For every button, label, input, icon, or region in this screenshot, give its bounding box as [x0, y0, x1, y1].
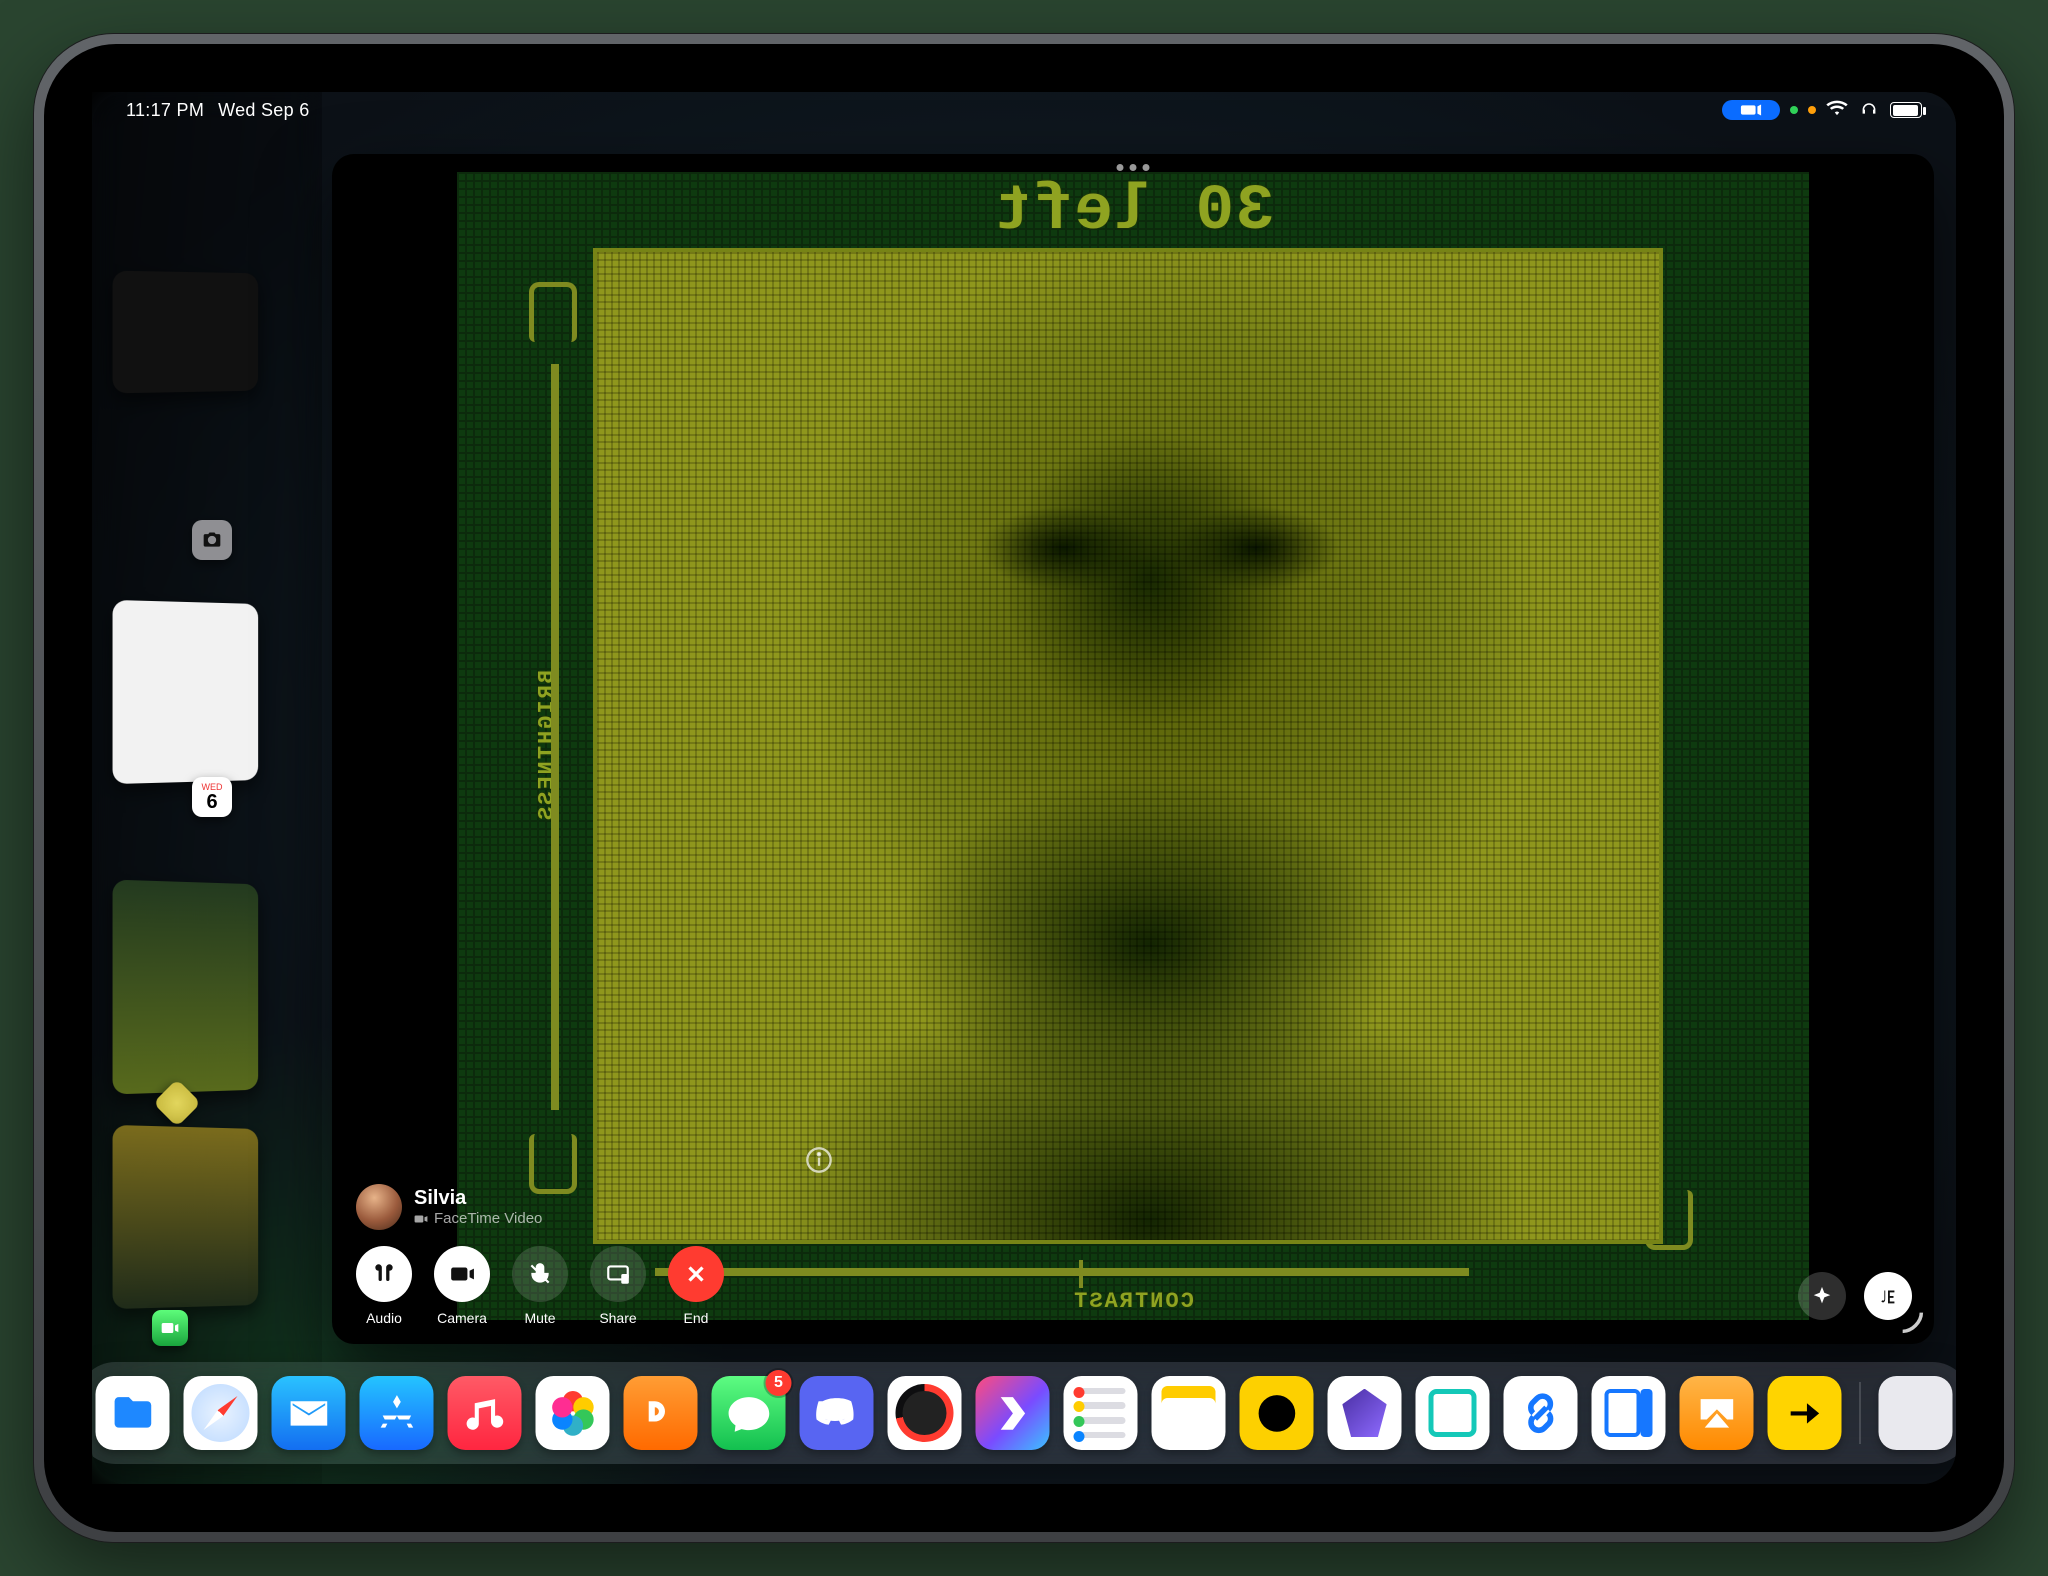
dock-app-timery[interactable]: [888, 1376, 962, 1450]
screen-recording-pill[interactable]: [1722, 100, 1780, 120]
ipad-screen: WED 6 11:17 PM Wed Sep 6: [92, 92, 1956, 1484]
mic-off-icon: [512, 1246, 568, 1302]
mute-button[interactable]: Mute: [512, 1246, 568, 1326]
contrast-track: [655, 1268, 1469, 1276]
video-feed: 30 left BRIGHTNESS CONTRAST: [457, 172, 1809, 1320]
mic-indicator-icon: [1808, 106, 1816, 114]
audio-button[interactable]: Audio: [356, 1246, 412, 1326]
dock-app-messages[interactable]: 5: [712, 1376, 786, 1450]
stage-thumb-4[interactable]: [113, 1125, 259, 1309]
share-screen-icon: [590, 1246, 646, 1302]
video-icon: [414, 1213, 428, 1225]
dock-app-discord[interactable]: [800, 1376, 874, 1450]
dock-app-things[interactable]: [1064, 1376, 1138, 1450]
status-bar: 11:17 PM Wed Sep 6: [92, 92, 1956, 128]
effects-button[interactable]: [1798, 1272, 1846, 1320]
dock-app-files[interactable]: [96, 1376, 170, 1450]
dock-app-mail[interactable]: [272, 1376, 346, 1450]
dock-app-linky[interactable]: [1504, 1376, 1578, 1450]
facetime-app-icon[interactable]: [152, 1310, 188, 1346]
close-icon: [668, 1246, 724, 1302]
brightness-track: [551, 364, 559, 1110]
end-call-button[interactable]: End: [668, 1246, 724, 1326]
stage-thumb-2[interactable]: [113, 600, 259, 784]
resize-handle[interactable]: [1898, 1308, 1926, 1336]
caller-avatar: [356, 1184, 402, 1230]
dock-app-screens[interactable]: [1416, 1376, 1490, 1450]
brightness-knob-top: [529, 282, 577, 342]
dock: 5: [92, 1362, 1956, 1464]
dock-app-music[interactable]: [448, 1376, 522, 1450]
wifi-icon: [1826, 100, 1848, 121]
headphones-icon: [1858, 100, 1880, 121]
contrast-handle: [1079, 1260, 1083, 1288]
share-button[interactable]: Share: [590, 1246, 646, 1326]
camera-app-icon[interactable]: [192, 520, 232, 560]
ipad-frame: WED 6 11:17 PM Wed Sep 6: [34, 34, 2014, 1542]
dock-app-notes[interactable]: [1152, 1376, 1226, 1450]
dock-app-stage[interactable]: [1592, 1376, 1666, 1450]
dock-separator: [1860, 1382, 1861, 1444]
dock-app-library[interactable]: [1879, 1376, 1953, 1450]
filter-shots-left: 30 left: [992, 176, 1275, 248]
calendar-day: 6: [206, 792, 217, 812]
status-date: Wed Sep 6: [218, 100, 309, 121]
messages-badge: 5: [766, 1370, 792, 1396]
stage-thumb-3[interactable]: [113, 880, 259, 1095]
dock-app-safari[interactable]: [184, 1376, 258, 1450]
dock-app-macstories[interactable]: [624, 1376, 698, 1450]
stage-manager-rail: WED 6: [92, 92, 322, 1484]
caller-name: Silvia: [414, 1187, 542, 1210]
facetime-right-controls: [1798, 1272, 1912, 1320]
video-icon: [434, 1246, 490, 1302]
dock-app-airplay[interactable]: [1680, 1376, 1754, 1450]
dock-app-obsidian[interactable]: [1328, 1376, 1402, 1450]
window-menu-button[interactable]: [1117, 164, 1150, 171]
dock-app-appstore[interactable]: [360, 1376, 434, 1450]
battery-icon: [1890, 102, 1922, 118]
camera-button[interactable]: Camera: [434, 1246, 490, 1326]
filter-contrast-label: CONTRAST: [1072, 1289, 1194, 1314]
facetime-window: 30 left BRIGHTNESS CONTRAST: [332, 154, 1934, 1344]
call-controls: Audio Camera Mute Share: [356, 1246, 724, 1326]
calendar-app-icon[interactable]: WED 6: [192, 777, 232, 817]
camera-indicator-icon: [1790, 106, 1798, 114]
status-time: 11:17 PM: [126, 100, 204, 121]
ipad-bezel: WED 6 11:17 PM Wed Sep 6: [44, 44, 2004, 1532]
dock-app-clock[interactable]: [1240, 1376, 1314, 1450]
dock-app-apollo[interactable]: [1768, 1376, 1842, 1450]
call-type: FaceTime Video: [414, 1210, 542, 1227]
stage-thumb-1[interactable]: [113, 271, 259, 394]
caller-chip[interactable]: Silvia FaceTime Video: [356, 1184, 542, 1230]
airpods-icon: [356, 1246, 412, 1302]
video-portrait: [597, 252, 1659, 1240]
dock-app-shortcuts[interactable]: [976, 1376, 1050, 1450]
info-icon[interactable]: [805, 1146, 833, 1174]
dock-app-photos[interactable]: [536, 1376, 610, 1450]
